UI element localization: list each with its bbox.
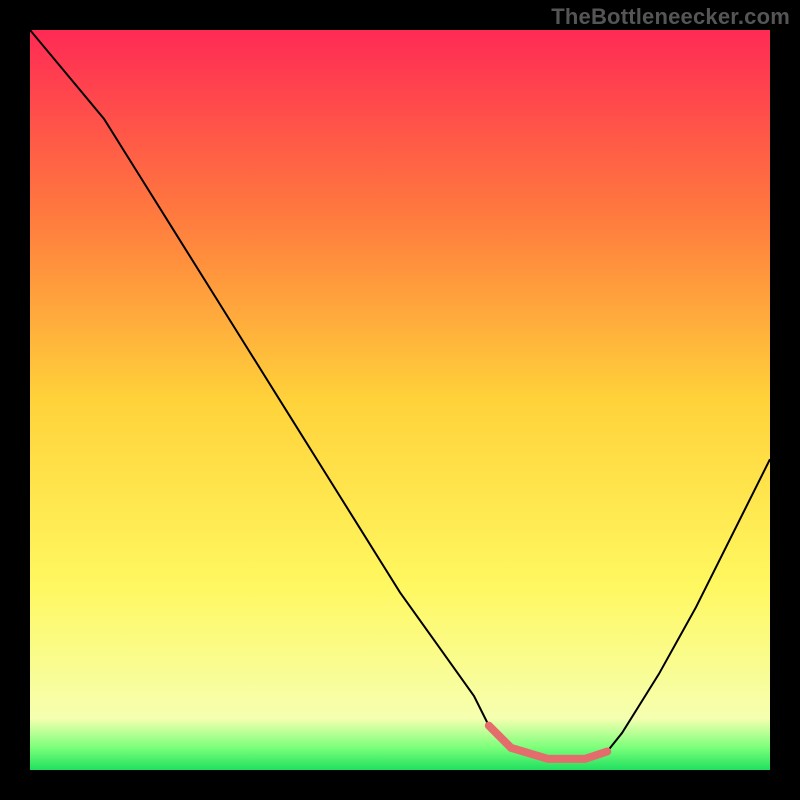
plot-area — [30, 30, 770, 770]
chart-frame: TheBottleneecker.com — [0, 0, 800, 800]
bottleneck-curve-chart — [30, 30, 770, 770]
heatmap-background — [30, 30, 770, 770]
watermark-text: TheBottleneecker.com — [551, 4, 790, 30]
